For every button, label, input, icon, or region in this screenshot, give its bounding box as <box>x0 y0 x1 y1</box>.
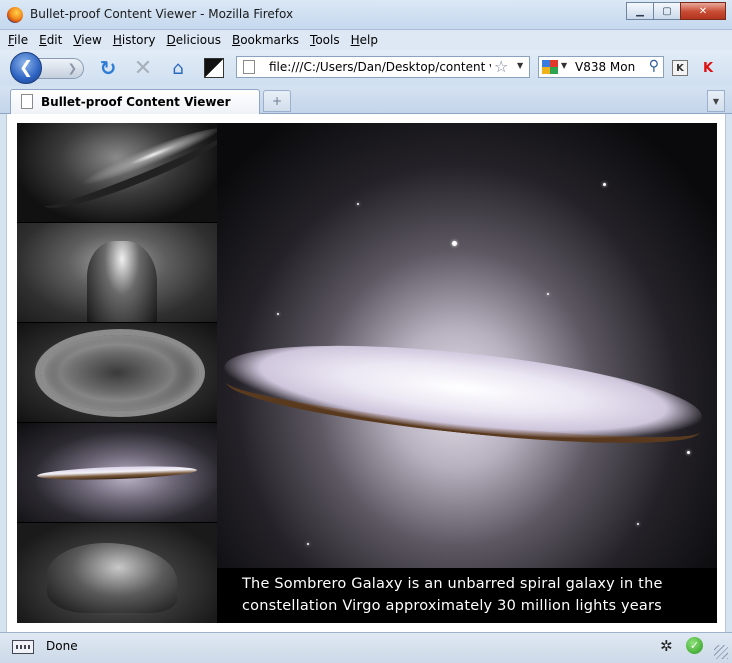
reload-icon[interactable]: ↻ <box>96 56 120 80</box>
screenshot-icon[interactable] <box>202 56 226 80</box>
window-title: Bullet-proof Content Viewer - Mozilla Fi… <box>30 7 294 21</box>
menu-tools[interactable]: Tools <box>310 33 340 47</box>
url-bar[interactable]: file:///C:/Users/Dan/Desktop/content vie… <box>236 56 530 78</box>
thumbnail-eagle-nebula[interactable] <box>17 523 217 623</box>
star <box>603 183 606 186</box>
thumbnail-sombrero-galaxy[interactable] <box>17 423 217 522</box>
menu-history[interactable]: History <box>113 33 156 47</box>
maximize-button[interactable]: ▢ <box>653 2 681 20</box>
star <box>547 293 549 295</box>
search-magnifier-icon[interactable]: ⚲ <box>649 58 659 74</box>
chevron-down-icon: ▼ <box>712 96 720 106</box>
back-button[interactable]: ❮ <box>10 52 42 84</box>
url-dropdown-icon[interactable]: ▼ <box>517 61 523 70</box>
bookmark-star-icon[interactable]: ☆ <box>494 57 508 76</box>
star <box>357 203 359 205</box>
menu-bar: File Edit View History Delicious Bookmar… <box>0 30 732 50</box>
home-icon[interactable]: ⌂ <box>166 56 190 80</box>
thumbnail-spiral-galaxy[interactable] <box>17 123 217 222</box>
navigation-toolbar: ❯ ❮ ↻ ✕ ⌂ file:///C:/Users/Dan/Desktop/c… <box>0 50 732 86</box>
star <box>637 523 639 525</box>
menu-delicious[interactable]: Delicious <box>167 33 221 47</box>
title-bar: Bullet-proof Content Viewer - Mozilla Fi… <box>0 0 732 30</box>
window-controls: ▁ ▢ ✕ <box>626 2 726 20</box>
content-viewer: The Sombrero Galaxy is an unbarred spira… <box>17 123 717 623</box>
light-echo-shape <box>35 329 205 417</box>
star <box>687 451 690 454</box>
menu-view[interactable]: View <box>73 33 101 47</box>
status-text: Done <box>46 639 78 653</box>
image-caption: The Sombrero Galaxy is an unbarred spira… <box>217 568 717 623</box>
menu-bookmarks[interactable]: Bookmarks <box>232 33 299 47</box>
tab-bullet-proof-content-viewer[interactable]: Bullet-proof Content Viewer <box>10 89 260 114</box>
plus-icon: + <box>271 94 283 108</box>
back-arrow-icon: ❮ <box>18 58 34 78</box>
bug-icon[interactable]: ✲ <box>660 637 673 655</box>
page-icon <box>243 60 255 74</box>
search-engine-icon[interactable] <box>542 60 558 74</box>
resize-grip[interactable] <box>714 645 728 659</box>
document-icon <box>21 94 33 109</box>
search-engine-dropdown-icon[interactable]: ▼ <box>561 61 567 70</box>
galaxy-disc <box>220 328 706 456</box>
tab-label: Bullet-proof Content Viewer <box>41 95 231 109</box>
thumbnail-nebula-pillar[interactable] <box>17 223 217 322</box>
menu-file[interactable]: File <box>8 33 28 47</box>
back-forward-group: ❯ ❮ <box>10 52 86 84</box>
star <box>277 313 279 315</box>
main-image-sombrero-galaxy <box>217 123 717 623</box>
tab-strip: Bullet-proof Content Viewer + ▼ <box>0 86 732 114</box>
stop-icon[interactable]: ✕ <box>131 56 155 81</box>
search-input[interactable]: V838 Mon <box>575 60 645 74</box>
kaspersky-icon[interactable]: K <box>700 60 716 76</box>
search-box[interactable]: ▼ V838 Mon ⚲ <box>538 56 664 78</box>
url-input[interactable]: file:///C:/Users/Dan/Desktop/content vie… <box>269 60 491 74</box>
menu-help[interactable]: Help <box>351 33 378 47</box>
forward-arrow-icon: ❯ <box>67 62 77 75</box>
firefox-logo-icon <box>7 7 23 23</box>
status-bar: Done ✲ ✓ <box>0 632 732 663</box>
k-addon-icon[interactable]: K <box>672 60 688 76</box>
page-viewport: The Sombrero Galaxy is an unbarred spira… <box>6 114 726 632</box>
star <box>307 543 309 545</box>
close-button[interactable]: ✕ <box>680 2 726 20</box>
thumbnail-light-echo[interactable] <box>17 323 217 422</box>
minimize-button[interactable]: ▁ <box>626 2 654 20</box>
keyboard-icon[interactable] <box>12 640 34 654</box>
tab-list-button[interactable]: ▼ <box>707 90 725 112</box>
spiral-galaxy-shape <box>38 123 217 220</box>
star <box>452 241 457 246</box>
menu-edit[interactable]: Edit <box>39 33 62 47</box>
sombrero-disc-shape <box>36 464 198 482</box>
checkmark-icon[interactable]: ✓ <box>686 637 703 654</box>
forward-button[interactable]: ❯ <box>38 58 84 79</box>
new-tab-button[interactable]: + <box>263 90 291 112</box>
nebula-pillar-shape <box>87 241 157 322</box>
eagle-nebula-shape <box>47 543 177 613</box>
